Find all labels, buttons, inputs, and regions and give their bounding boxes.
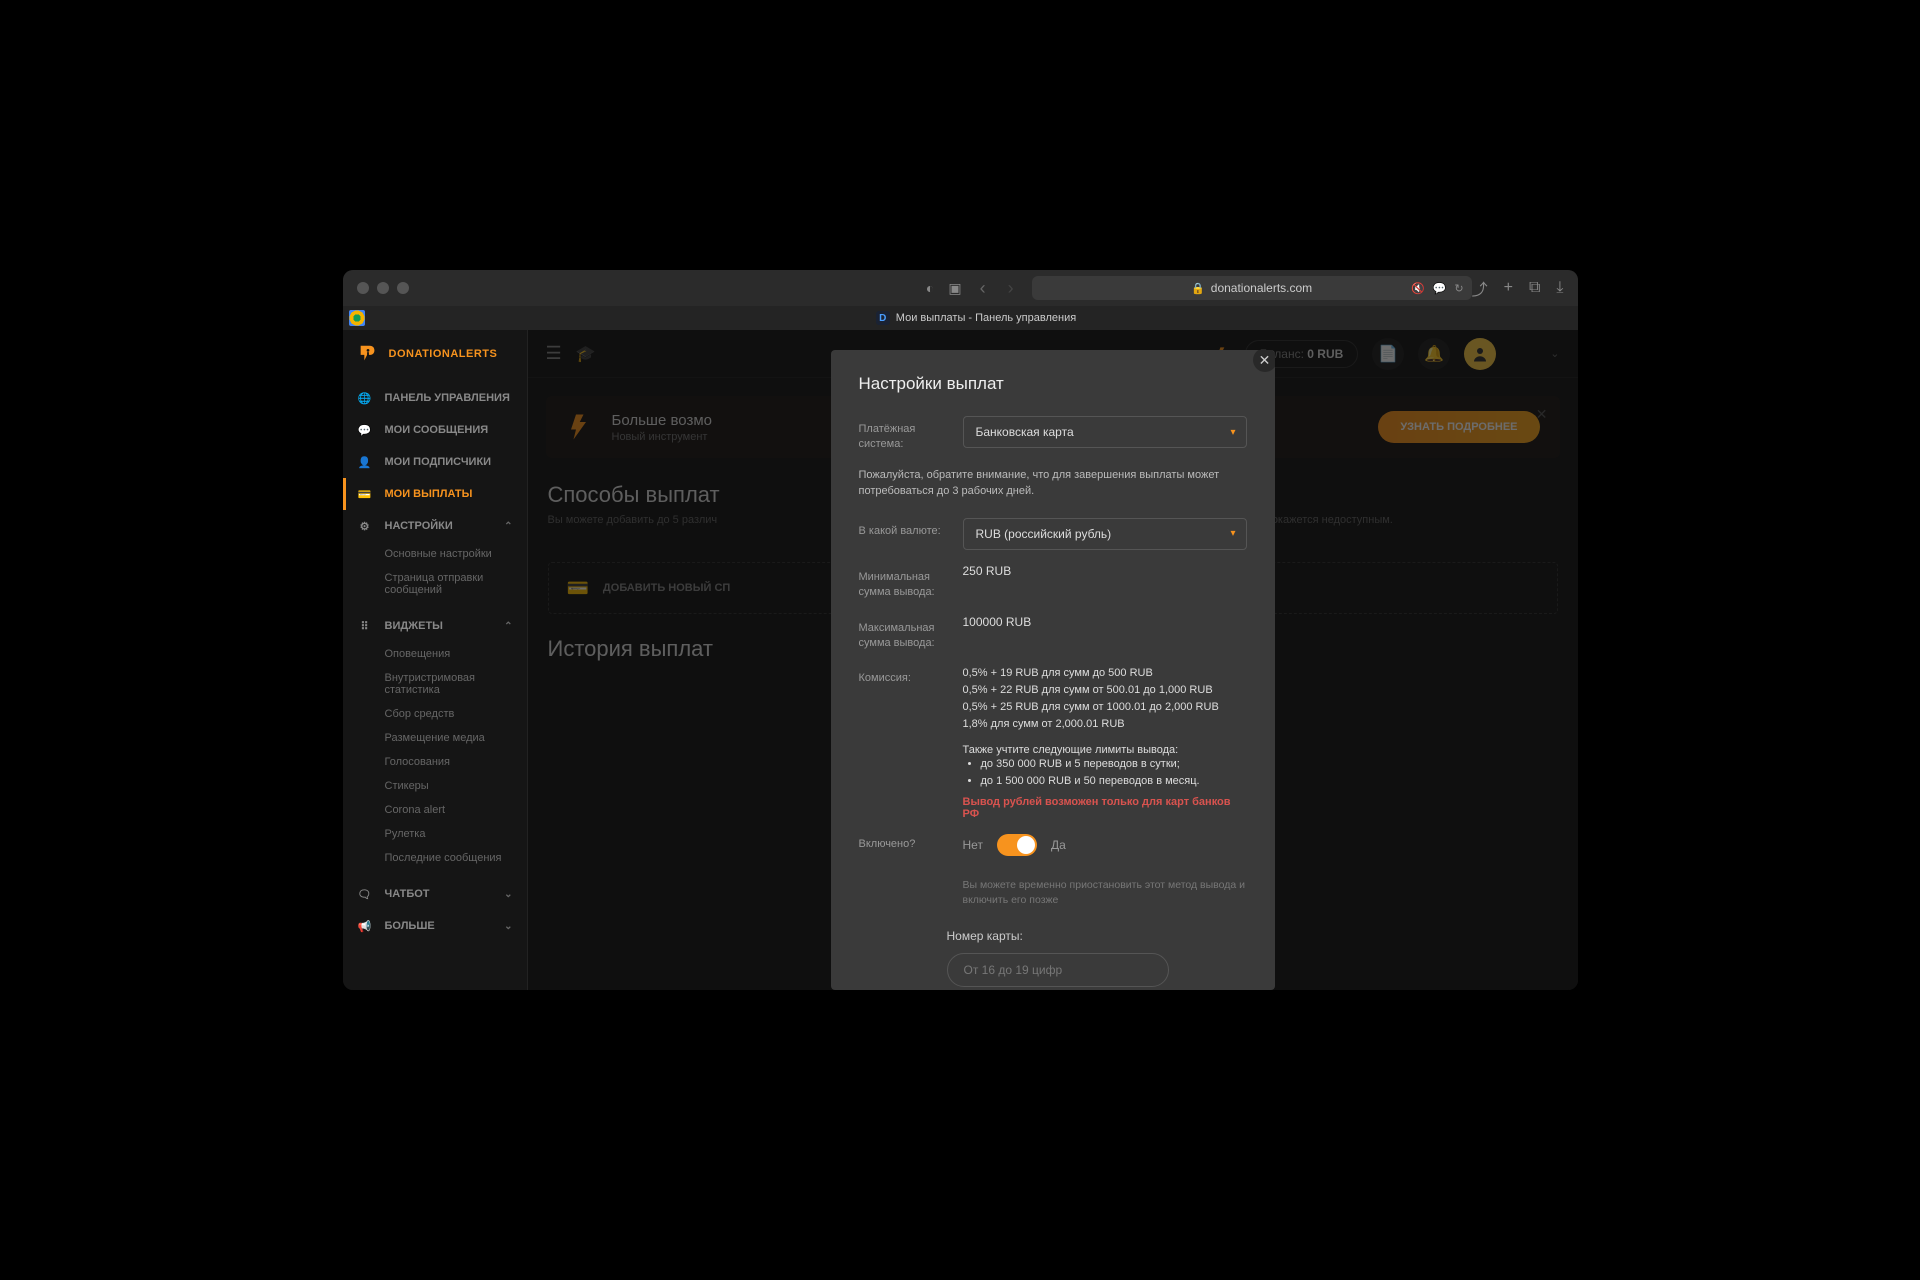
browser-window: ◐ ▣ ‹ › 🔒 donationalerts.com 🔇 💬 ↻ ⤴ + ⧉… bbox=[343, 270, 1578, 990]
warning-text: Вывод рублей возможен только для карт ба… bbox=[963, 796, 1247, 820]
sub-fundraising[interactable]: Сбор средств bbox=[385, 702, 527, 726]
tab-strip: D Мои выплаты - Панель управления bbox=[343, 306, 1578, 330]
sidebar-item-more[interactable]: 📢 БОЛЬШЕ ⌄ bbox=[343, 910, 527, 942]
traffic-lights bbox=[357, 282, 409, 294]
sidebar: DONATIONALERTS 🌐 ПАНЕЛЬ УПРАВЛЕНИЯ 💬 МОИ… bbox=[343, 330, 528, 990]
sidebar-item-subscribers[interactable]: 👤 МОИ ПОДПИСЧИКИ bbox=[343, 446, 527, 478]
chevron-up-icon: ⌃ bbox=[504, 621, 512, 632]
lock-icon: 🔒 bbox=[1191, 282, 1205, 295]
sub-message-page[interactable]: Страница отправки сообщений bbox=[385, 566, 527, 602]
payout-settings-modal: ✕ Настройки выплат Платёжная система: Ба… bbox=[831, 350, 1275, 990]
sub-stream-stats[interactable]: Внутристримовая статистика bbox=[385, 666, 527, 702]
translate-icon[interactable]: 💬 bbox=[1433, 282, 1447, 295]
message-icon: 💬 bbox=[357, 422, 373, 438]
sidebar-item-widgets[interactable]: ⠿ ВИДЖЕТЫ ⌃ bbox=[343, 610, 527, 642]
fee-label: Комиссия: bbox=[859, 665, 947, 686]
site-favicon: D bbox=[876, 311, 890, 325]
titlebar: ◐ ▣ ‹ › 🔒 donationalerts.com 🔇 💬 ↻ ⤴ + ⧉… bbox=[343, 270, 1578, 306]
sub-corona[interactable]: Corona alert bbox=[385, 798, 527, 822]
limits-title: Также учтите следующие лимиты вывода: bbox=[963, 744, 1247, 756]
app: DONATIONALERTS 🌐 ПАНЕЛЬ УПРАВЛЕНИЯ 💬 МОИ… bbox=[343, 330, 1578, 990]
card-number-input[interactable]: От 16 до 19 цифр bbox=[947, 953, 1169, 987]
max-amount-label: Максимальная сумма вывода: bbox=[859, 615, 947, 652]
sub-stickers[interactable]: Стикеры bbox=[385, 774, 527, 798]
logo-icon bbox=[357, 343, 379, 365]
mute-icon[interactable]: 🔇 bbox=[1411, 282, 1425, 295]
no-label: Нет bbox=[963, 838, 983, 852]
tab-title[interactable]: D Мои выплаты - Панель управления bbox=[876, 311, 1076, 325]
sidebar-icon[interactable]: ▣ bbox=[948, 280, 961, 297]
megaphone-icon: 📢 bbox=[357, 918, 373, 934]
person-icon: 👤 bbox=[357, 454, 373, 470]
sub-basic-settings[interactable]: Основные настройки bbox=[385, 542, 527, 566]
processing-notice: Пожалуйста, обратите внимание, что для з… bbox=[859, 467, 1247, 500]
max-amount-value: 100000 RUB bbox=[963, 615, 1247, 629]
minimize-dot[interactable] bbox=[377, 282, 389, 294]
modal-overlay[interactable]: ✕ Настройки выплат Платёжная система: Ба… bbox=[528, 330, 1578, 990]
new-tab-icon[interactable]: + bbox=[1504, 279, 1513, 297]
url-text: donationalerts.com bbox=[1211, 281, 1312, 295]
downloads-icon[interactable]: ⤓ bbox=[1556, 279, 1563, 297]
min-amount-label: Минимальная сумма вывода: bbox=[859, 564, 947, 601]
min-amount-value: 250 RUB bbox=[963, 564, 1247, 578]
yes-label: Да bbox=[1051, 838, 1066, 852]
sub-alerts[interactable]: Оповещения bbox=[385, 642, 527, 666]
close-dot[interactable] bbox=[357, 282, 369, 294]
globe-icon: 🌐 bbox=[357, 390, 373, 406]
modal-title: Настройки выплат bbox=[859, 374, 1247, 394]
enabled-toggle[interactable] bbox=[997, 834, 1037, 856]
sub-media[interactable]: Размещение медиа bbox=[385, 726, 527, 750]
logo-text: DONATIONALERTS bbox=[389, 348, 498, 360]
sidebar-item-chatbot[interactable]: 🗨 ЧАТБОТ ⌄ bbox=[343, 878, 527, 910]
zoom-dot[interactable] bbox=[397, 282, 409, 294]
enabled-label: Включено? bbox=[859, 837, 947, 852]
main: ☰ 🎓 Баланс: 0 RUB 📄 🔔 ⌄ bbox=[528, 330, 1578, 990]
sub-last-messages[interactable]: Последние сообщения bbox=[385, 846, 527, 870]
currency-label: В какой валюте: bbox=[859, 518, 947, 539]
sub-polls[interactable]: Голосования bbox=[385, 750, 527, 774]
sidebar-item-payouts[interactable]: 💳 МОИ ВЫПЛАТЫ bbox=[343, 478, 527, 510]
gdrive-favicon[interactable] bbox=[349, 310, 365, 326]
enabled-hint: Вы можете временно приостановить этот ме… bbox=[963, 878, 1247, 910]
forward-button[interactable]: › bbox=[1004, 278, 1018, 299]
payment-system-label: Платёжная система: bbox=[859, 416, 947, 453]
limits-list: до 350 000 RUB и 5 переводов в сутки; до… bbox=[963, 756, 1247, 790]
gear-icon: ⚙ bbox=[357, 518, 373, 534]
fee-list: 0,5% + 19 RUB для сумм до 500 RUB 0,5% +… bbox=[963, 665, 1247, 733]
sidebar-item-dashboard[interactable]: 🌐 ПАНЕЛЬ УПРАВЛЕНИЯ bbox=[343, 382, 527, 414]
chat-icon: 🗨 bbox=[357, 886, 373, 902]
share-icon[interactable]: ⤴ bbox=[1472, 276, 1488, 300]
back-button[interactable]: ‹ bbox=[976, 278, 990, 299]
sidebar-item-messages[interactable]: 💬 МОИ СООБЩЕНИЯ bbox=[343, 414, 527, 446]
close-icon[interactable]: ✕ bbox=[1253, 350, 1275, 372]
url-bar[interactable]: 🔒 donationalerts.com 🔇 💬 ↻ bbox=[1032, 276, 1472, 300]
tabs-icon[interactable]: ⧉ bbox=[1529, 279, 1540, 297]
card-number-label: Номер карты: bbox=[947, 929, 1247, 943]
chevron-down-icon: ⌄ bbox=[504, 889, 512, 900]
chevron-up-icon: ⌃ bbox=[504, 521, 512, 532]
payment-system-select[interactable]: Банковская карта bbox=[963, 416, 1247, 448]
card-icon: 💳 bbox=[357, 486, 373, 502]
currency-select[interactable]: RUB (российский рубль) bbox=[963, 518, 1247, 550]
shield-icon[interactable]: ◐ bbox=[926, 280, 934, 296]
logo[interactable]: DONATIONALERTS bbox=[343, 330, 527, 378]
reload-icon[interactable]: ↻ bbox=[1454, 282, 1463, 295]
chevron-down-icon: ⌄ bbox=[504, 921, 512, 932]
sidebar-item-settings[interactable]: ⚙ НАСТРОЙКИ ⌃ bbox=[343, 510, 527, 542]
sub-roulette[interactable]: Рулетка bbox=[385, 822, 527, 846]
widgets-icon: ⠿ bbox=[357, 618, 373, 634]
